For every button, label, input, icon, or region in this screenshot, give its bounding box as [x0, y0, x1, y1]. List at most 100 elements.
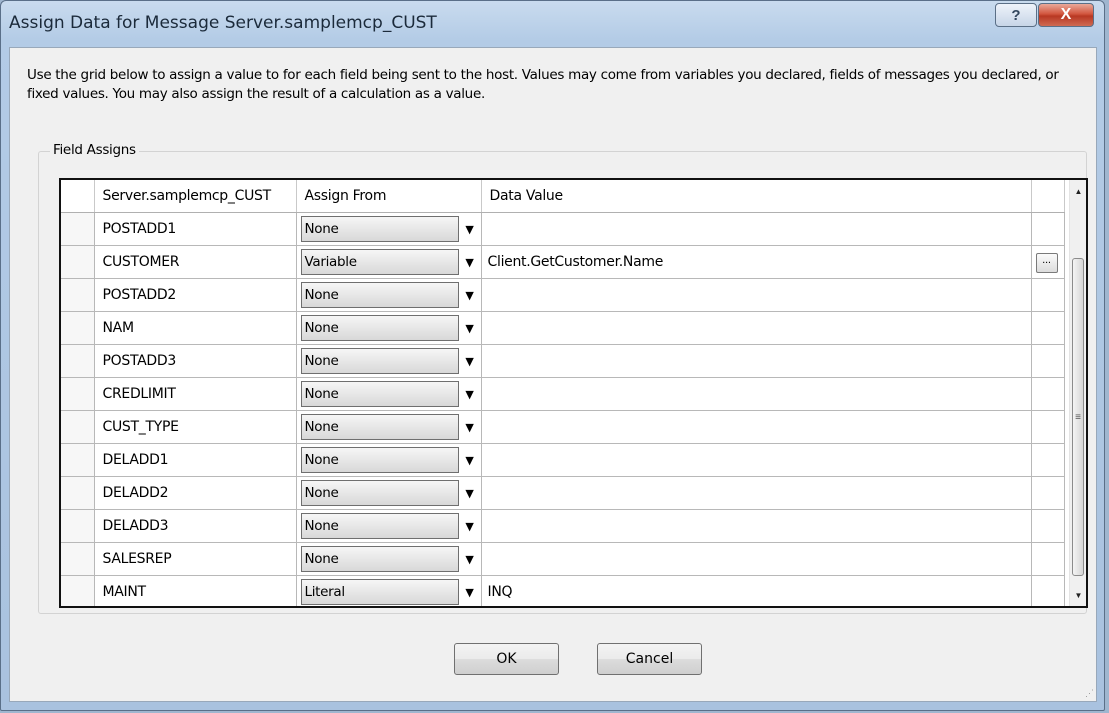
row-header[interactable]: [61, 410, 95, 444]
data-value-cell[interactable]: [480, 443, 1032, 477]
chevron-down-icon[interactable]: ▼: [459, 248, 481, 276]
assign-from-dropdown[interactable]: None ▼: [300, 446, 481, 474]
field-name-cell: POSTADD1: [93, 212, 297, 246]
table-row[interactable]: POSTADD2 None ▼: [61, 278, 1065, 312]
chevron-down-icon[interactable]: ▼: [459, 479, 481, 507]
row-header[interactable]: [61, 212, 95, 246]
assign-from-value[interactable]: None: [300, 414, 459, 440]
row-header[interactable]: [61, 542, 95, 576]
table-row[interactable]: CUSTOMER Variable ▼ Client.GetCustomer.Name…: [61, 245, 1065, 279]
assign-from-dropdown[interactable]: None ▼: [300, 281, 481, 309]
data-value-cell[interactable]: [480, 311, 1032, 345]
row-header[interactable]: [61, 278, 95, 312]
extra-cell: [1030, 509, 1065, 543]
assign-from-dropdown[interactable]: None ▼: [300, 380, 481, 408]
assign-from-dropdown[interactable]: Literal ▼: [300, 578, 481, 606]
title-bar[interactable]: Assign Data for Message Server.samplemcp…: [1, 1, 1104, 47]
data-value-cell[interactable]: [480, 212, 1032, 246]
chevron-down-icon[interactable]: ▼: [459, 314, 481, 342]
row-header[interactable]: [61, 509, 95, 543]
chevron-down-icon[interactable]: ▼: [459, 545, 481, 573]
browse-button[interactable]: ...: [1035, 253, 1058, 273]
column-header-assign-from[interactable]: Assign From: [296, 180, 482, 213]
vertical-scrollbar[interactable]: ▲ ≡ ▼: [1069, 180, 1086, 606]
close-icon: X: [1060, 6, 1072, 23]
assign-from-value[interactable]: None: [300, 447, 459, 473]
window-title: Assign Data for Message Server.samplemcp…: [9, 13, 437, 33]
table-row[interactable]: DELADD1 None ▼: [61, 443, 1065, 477]
assign-from-dropdown[interactable]: None ▼: [300, 479, 481, 507]
data-value-cell[interactable]: [480, 344, 1032, 378]
assign-from-value[interactable]: None: [300, 480, 459, 506]
data-value-cell[interactable]: [480, 509, 1032, 543]
assign-from-dropdown[interactable]: Variable ▼: [300, 248, 481, 276]
extra-cell: [1030, 542, 1065, 576]
assign-from-dropdown[interactable]: None ▼: [300, 215, 481, 243]
assign-from-dropdown[interactable]: None ▼: [300, 545, 481, 573]
data-value-cell[interactable]: [480, 542, 1032, 576]
assign-from-value[interactable]: Literal: [300, 579, 459, 605]
assign-from-value[interactable]: None: [300, 348, 459, 374]
table-row[interactable]: CUST_TYPE None ▼: [61, 410, 1065, 444]
assign-from-value[interactable]: None: [300, 315, 459, 341]
data-value-cell[interactable]: [480, 377, 1032, 411]
data-value-cell[interactable]: [480, 410, 1032, 444]
data-value-cell[interactable]: Client.GetCustomer.Name: [480, 245, 1032, 279]
assign-from-cell: None ▼: [295, 344, 482, 378]
table-row[interactable]: MAINT Literal ▼ INQ: [61, 575, 1065, 606]
assign-from-dropdown[interactable]: None ▼: [300, 314, 481, 342]
chevron-down-icon[interactable]: ▼: [459, 512, 481, 540]
chevron-down-icon[interactable]: ▼: [459, 281, 481, 309]
assign-from-dropdown[interactable]: None ▼: [300, 413, 481, 441]
extra-cell: [1030, 344, 1065, 378]
data-value-cell[interactable]: [480, 278, 1032, 312]
table-row[interactable]: POSTADD3 None ▼: [61, 344, 1065, 378]
assign-from-value[interactable]: Variable: [300, 249, 459, 275]
ok-button[interactable]: OK: [454, 643, 559, 675]
scroll-down-icon[interactable]: ▼: [1070, 586, 1086, 604]
data-value-cell[interactable]: [480, 476, 1032, 510]
row-header[interactable]: [61, 344, 95, 378]
scroll-thumb[interactable]: ≡: [1072, 258, 1084, 576]
extra-cell: [1030, 410, 1065, 444]
table-row[interactable]: DELADD3 None ▼: [61, 509, 1065, 543]
chevron-down-icon[interactable]: ▼: [459, 347, 481, 375]
row-header[interactable]: [61, 443, 95, 477]
assign-from-cell: None ▼: [295, 377, 482, 411]
chevron-down-icon[interactable]: ▼: [459, 215, 481, 243]
assign-from-value[interactable]: None: [300, 381, 459, 407]
column-header-data-value[interactable]: Data Value: [481, 180, 1032, 213]
field-name-cell: DELADD1: [93, 443, 297, 477]
chevron-down-icon[interactable]: ▼: [459, 446, 481, 474]
field-name-cell: NAM: [93, 311, 297, 345]
table-row[interactable]: POSTADD1 None ▼: [61, 212, 1065, 246]
chevron-down-icon[interactable]: ▼: [459, 380, 481, 408]
row-header[interactable]: [61, 476, 95, 510]
assign-from-value[interactable]: None: [300, 216, 459, 242]
assign-from-value[interactable]: None: [300, 546, 459, 572]
dialog-window: Assign Data for Message Server.samplemcp…: [0, 0, 1105, 711]
resize-grip-icon[interactable]: ⋰: [1085, 688, 1094, 699]
table-row[interactable]: DELADD2 None ▼: [61, 476, 1065, 510]
column-header-field[interactable]: Server.samplemcp_CUST: [94, 180, 297, 213]
cancel-button[interactable]: Cancel: [597, 643, 702, 675]
assign-from-value[interactable]: None: [300, 513, 459, 539]
chevron-down-icon[interactable]: ▼: [459, 578, 481, 606]
data-value-cell[interactable]: INQ: [480, 575, 1032, 606]
row-header[interactable]: [61, 311, 95, 345]
assign-from-dropdown[interactable]: None ▼: [300, 347, 481, 375]
chevron-down-icon[interactable]: ▼: [459, 413, 481, 441]
table-row[interactable]: CREDLIMIT None ▼: [61, 377, 1065, 411]
field-name-cell: DELADD2: [93, 476, 297, 510]
row-header[interactable]: [61, 377, 95, 411]
scroll-up-icon[interactable]: ▲: [1070, 182, 1086, 200]
field-name-cell: CUST_TYPE: [93, 410, 297, 444]
table-row[interactable]: NAM None ▼: [61, 311, 1065, 345]
row-header[interactable]: [61, 575, 95, 606]
row-header[interactable]: [61, 245, 95, 279]
close-button[interactable]: X: [1038, 3, 1094, 27]
assign-from-dropdown[interactable]: None ▼: [300, 512, 481, 540]
help-button[interactable]: ?: [995, 3, 1037, 27]
table-row[interactable]: SALESREP None ▼: [61, 542, 1065, 576]
assign-from-value[interactable]: None: [300, 282, 459, 308]
